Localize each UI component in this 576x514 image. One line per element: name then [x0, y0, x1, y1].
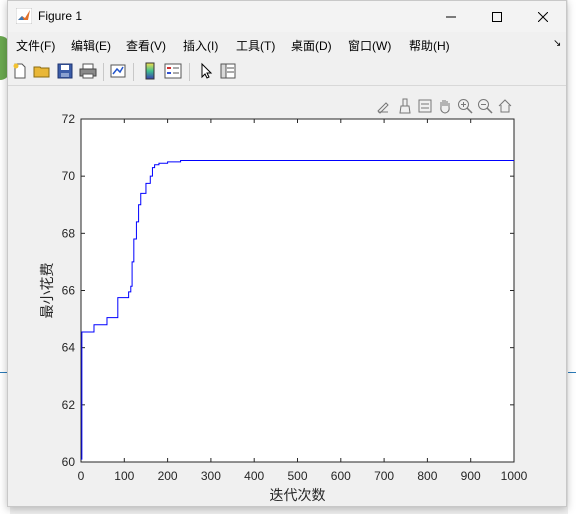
minimize-button[interactable]: [428, 1, 474, 32]
toolbar-separator: [189, 63, 190, 81]
y-axis-label: 最小花费: [40, 263, 56, 319]
x-axis-label: 迭代次数: [270, 488, 326, 504]
toolbar-separator: [133, 63, 134, 81]
y-tick-label: 70: [62, 169, 76, 183]
x-tick-label: 300: [201, 469, 221, 483]
y-tick-label: 72: [62, 112, 76, 126]
figure-toolbar: [8, 59, 566, 86]
menu-insert[interactable]: 插入(I): [183, 37, 218, 54]
open-file-icon[interactable]: [33, 62, 51, 80]
matlab-logo-icon: [16, 8, 32, 24]
y-tick-label: 60: [62, 455, 76, 469]
x-tick-label: 600: [331, 469, 351, 483]
print-icon[interactable]: [79, 62, 97, 80]
x-tick-label: 200: [158, 469, 178, 483]
x-tick-label: 100: [114, 469, 134, 483]
menu-tools[interactable]: 工具(T): [236, 37, 275, 54]
background-divider: [568, 372, 576, 373]
y-tick-label: 68: [62, 226, 76, 240]
colorbar-icon[interactable]: [141, 62, 159, 80]
maximize-icon: [492, 11, 502, 22]
new-figure-icon[interactable]: [11, 62, 29, 80]
maximize-button[interactable]: [474, 1, 520, 32]
menu-window[interactable]: 窗口(W): [348, 37, 391, 54]
menu-bar: 文件(F) 编辑(E) 查看(V) 插入(I) 工具(T) 桌面(D) 窗口(W…: [8, 34, 566, 56]
menu-help[interactable]: 帮助(H): [409, 37, 450, 54]
link-plot-icon[interactable]: [109, 62, 127, 80]
property-editor-icon[interactable]: [219, 62, 237, 80]
background-editor-strip-right: [568, 0, 576, 514]
menu-file[interactable]: 文件(F): [16, 37, 55, 54]
save-icon[interactable]: [56, 62, 74, 80]
x-tick-label: 500: [287, 469, 307, 483]
figure-window: Figure 1 文件(F) 编辑(E) 查看(V) 插入(I) 工具(T) 桌…: [7, 0, 567, 507]
x-tick-label: 1000: [501, 469, 528, 483]
axes-background: [80, 118, 515, 463]
title-bar[interactable]: Figure 1: [8, 1, 566, 32]
x-tick-label: 900: [461, 469, 481, 483]
y-tick-label: 62: [62, 398, 76, 412]
y-tick-label: 64: [62, 341, 76, 355]
menu-desktop[interactable]: 桌面(D): [291, 37, 332, 54]
close-button[interactable]: [520, 1, 566, 32]
y-tick-label: 66: [62, 284, 76, 298]
close-icon: [538, 11, 548, 22]
dock-arrow-icon[interactable]: ↘: [553, 38, 561, 49]
x-tick-label: 400: [244, 469, 264, 483]
legend-icon[interactable]: [164, 62, 182, 80]
toolbar-separator: [103, 63, 104, 81]
pointer-icon[interactable]: [197, 62, 215, 80]
menu-view[interactable]: 查看(V): [126, 37, 166, 54]
minimize-icon: [446, 16, 456, 17]
menu-edit[interactable]: 编辑(E): [71, 37, 111, 54]
x-tick-label: 700: [374, 469, 394, 483]
x-tick-label: 0: [78, 469, 85, 483]
window-title: Figure 1: [38, 9, 83, 23]
x-tick-label: 800: [417, 469, 437, 483]
line-chart[interactable]: 0 100 200 300 400 500 600 700 800 900 1000 60 62 64 66…: [8, 87, 566, 506]
figure-canvas: 0 100 200 300 400 500 600 700 800 900 1000 60 62 64 66…: [8, 87, 566, 506]
